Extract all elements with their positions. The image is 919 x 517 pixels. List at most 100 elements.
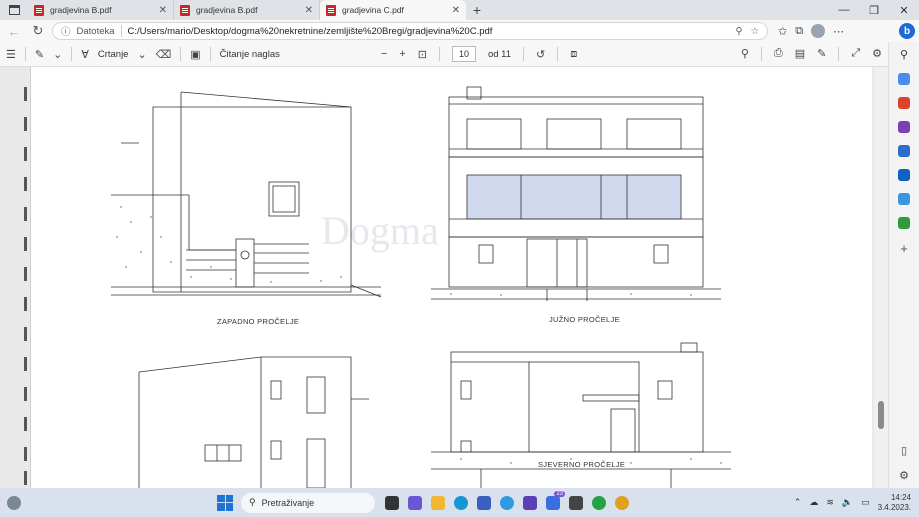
caption-west: ZAPADNO PROČELJE bbox=[217, 317, 300, 326]
clock[interactable]: 14:24 3.4.2023. bbox=[878, 493, 911, 513]
page-total: od 11 bbox=[487, 48, 512, 60]
divider bbox=[838, 47, 840, 61]
scrollbar[interactable] bbox=[874, 67, 888, 488]
whatsapp-icon[interactable] bbox=[592, 495, 606, 510]
fullscreen-icon[interactable]: ⤢ bbox=[851, 47, 860, 61]
start-button[interactable] bbox=[217, 494, 233, 511]
settings-icon[interactable]: ⚙ bbox=[872, 47, 882, 61]
close-window-icon[interactable]: ✕ bbox=[889, 0, 919, 20]
pdf-icon bbox=[326, 4, 336, 16]
drop-icon[interactable] bbox=[898, 193, 910, 205]
tab-label: gradjevina B.pdf bbox=[196, 5, 258, 15]
taskbar-apps: 23 bbox=[385, 490, 629, 510]
contents-icon[interactable]: ☰ bbox=[6, 48, 16, 61]
task-view-icon[interactable] bbox=[385, 495, 399, 510]
taskbar-search[interactable]: ⚲ Pretraživanje bbox=[241, 492, 375, 513]
browser-tools: ✩ ⧉ ⋯ bbox=[778, 24, 844, 38]
fit-page-icon[interactable]: ⊡ bbox=[418, 48, 427, 61]
chrome-icon[interactable] bbox=[615, 495, 629, 510]
media-icon[interactable] bbox=[523, 495, 537, 510]
shopping-icon[interactable] bbox=[898, 73, 910, 85]
zoom-icon[interactable]: ⚲ bbox=[736, 26, 743, 37]
tab-gradjevina-b-1[interactable]: gradjevina B.pdf ✕ bbox=[28, 0, 174, 20]
search-icon[interactable]: ⚲ bbox=[741, 47, 749, 61]
avatar[interactable] bbox=[811, 24, 826, 38]
battery-icon[interactable]: ▭ bbox=[861, 497, 870, 508]
print-icon[interactable]: ⎙ bbox=[774, 47, 783, 61]
favorites-icon[interactable]: ✩ bbox=[778, 25, 787, 38]
volume-icon[interactable]: 🔈 bbox=[842, 497, 853, 508]
weather-icon[interactable] bbox=[7, 495, 21, 510]
divider bbox=[24, 47, 26, 61]
new-tab-button[interactable]: + bbox=[466, 0, 488, 20]
more-icon[interactable]: ⋯ bbox=[833, 25, 844, 38]
save-as-icon[interactable]: ✎ bbox=[817, 47, 826, 61]
pdf-icon bbox=[180, 4, 190, 16]
scrollbar-thumb[interactable] bbox=[878, 401, 884, 429]
chevron-down-icon[interactable]: ⌄ bbox=[137, 48, 146, 61]
tools-icon[interactable] bbox=[898, 97, 910, 109]
highlight-icon[interactable]: ✎ bbox=[35, 48, 44, 61]
draw-icon[interactable]: ∀ bbox=[81, 48, 89, 61]
watermark-text: Dogma bbox=[321, 208, 439, 253]
rotate-icon[interactable]: ↺ bbox=[536, 48, 545, 61]
cloud-icon[interactable]: ☁ bbox=[809, 497, 818, 508]
calculator-icon[interactable] bbox=[569, 495, 583, 510]
close-tab-icon[interactable]: ✕ bbox=[305, 5, 313, 16]
chevron-up-icon[interactable]: ⌃ bbox=[794, 497, 802, 508]
file-explorer-icon[interactable] bbox=[431, 495, 445, 510]
search-icon[interactable]: ⚲ bbox=[900, 48, 908, 61]
zoom-out-icon[interactable]: − bbox=[381, 48, 387, 60]
zoom-in-icon[interactable]: + bbox=[399, 48, 405, 60]
sidebar-layout-icon[interactable]: ▯ bbox=[901, 444, 907, 457]
viber-icon[interactable] bbox=[500, 495, 514, 510]
add-text-icon[interactable]: ▣ bbox=[190, 48, 200, 61]
maximize-icon[interactable]: ❐ bbox=[859, 0, 889, 20]
info-icon[interactable]: ⓘ bbox=[61, 24, 71, 38]
store-icon[interactable] bbox=[477, 495, 491, 510]
url-text[interactable]: C:/Users/mario/Desktop/dogma%20nekretnin… bbox=[128, 26, 730, 37]
plus-icon: + bbox=[472, 2, 482, 18]
minimize-icon[interactable]: — bbox=[829, 0, 859, 20]
page-view-icon[interactable]: ⧈ bbox=[570, 48, 577, 61]
messenger-icon[interactable]: 23 bbox=[546, 490, 565, 510]
scheme-label: Datoteka bbox=[76, 25, 115, 37]
search-icon: ⚲ bbox=[249, 497, 256, 507]
games-icon[interactable] bbox=[898, 121, 910, 133]
bing-icon[interactable]: b bbox=[899, 23, 915, 39]
notification-badge: 23 bbox=[554, 490, 565, 497]
close-tab-icon[interactable]: ✕ bbox=[452, 5, 460, 16]
office-icon[interactable] bbox=[898, 145, 910, 157]
outlook-icon[interactable] bbox=[898, 169, 910, 181]
chevron-down-icon[interactable]: ⌄ bbox=[53, 48, 62, 61]
tree-icon[interactable] bbox=[898, 217, 910, 229]
pdf-icon bbox=[34, 4, 44, 16]
page-binding-marks bbox=[10, 67, 30, 488]
tab-actions-button[interactable] bbox=[0, 0, 28, 20]
settings-icon[interactable]: ⚙ bbox=[899, 469, 909, 482]
document-viewer[interactable]: Dogma ZAPADNO PROČELJE JUŽNO PROČELJE SJ… bbox=[0, 67, 888, 488]
url-field[interactable]: ⓘ Datoteka C:/Users/mario/Desktop/dogma%… bbox=[52, 22, 768, 40]
collections-icon[interactable]: ⧉ bbox=[795, 25, 803, 38]
tab-label: gradjevina C.pdf bbox=[342, 5, 404, 15]
pdf-toolbar: ☰ ✎ ⌄ ∀ Crtanje ⌄ ⌫ ▣ Čitanje naglas − +… bbox=[0, 42, 888, 67]
wifi-icon[interactable]: ≋ bbox=[826, 497, 834, 508]
read-aloud-button[interactable]: Čitanje naglas bbox=[220, 49, 280, 60]
divider bbox=[523, 47, 525, 61]
add-icon[interactable]: + bbox=[900, 241, 908, 256]
page-number-input[interactable]: 10 bbox=[451, 46, 476, 62]
close-tab-icon[interactable]: ✕ bbox=[159, 5, 167, 16]
edge-icon[interactable] bbox=[454, 495, 468, 510]
tab-gradjevina-c[interactable]: gradjevina C.pdf ✕ bbox=[320, 0, 466, 20]
edge-sidebar: ⚲ + ▯ ⚙ bbox=[888, 42, 919, 488]
save-icon[interactable]: ▤ bbox=[795, 47, 805, 61]
teams-icon[interactable] bbox=[408, 495, 422, 510]
elevation-drawings bbox=[111, 86, 731, 488]
add-favorite-icon[interactable]: ☆ bbox=[750, 26, 759, 37]
draw-button[interactable]: Crtanje bbox=[98, 49, 129, 60]
refresh-icon[interactable]: ↻ bbox=[28, 21, 48, 41]
back-icon[interactable]: ← bbox=[4, 21, 24, 41]
erase-icon[interactable]: ⌫ bbox=[156, 48, 172, 61]
tab-gradjevina-b-2[interactable]: gradjevina B.pdf ✕ bbox=[174, 0, 320, 20]
window-controls: — ❐ ✕ bbox=[829, 0, 919, 20]
